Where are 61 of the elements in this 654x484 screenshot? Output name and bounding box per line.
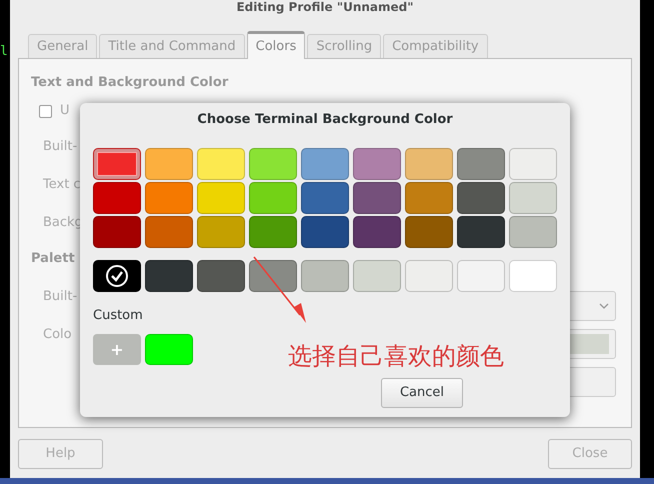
color-swatch[interactable] [353, 148, 401, 180]
terminal-text: l [0, 44, 8, 59]
color-swatch[interactable] [509, 148, 557, 180]
color-swatch[interactable] [93, 216, 141, 248]
color-swatch[interactable] [509, 182, 557, 214]
color-swatch[interactable] [249, 216, 297, 248]
color-swatch[interactable] [145, 334, 193, 365]
color-swatch[interactable] [145, 260, 193, 292]
annotation-text: 选择自己喜欢的颜色 [288, 341, 504, 372]
color-swatch[interactable] [353, 182, 401, 214]
help-button[interactable]: Help [18, 439, 103, 469]
color-swatch[interactable] [197, 260, 245, 292]
color-swatch[interactable] [353, 216, 401, 248]
tab[interactable]: Title and Command [99, 34, 245, 58]
tab[interactable]: Scrolling [307, 34, 382, 58]
color-swatch[interactable] [353, 260, 401, 292]
color-swatch[interactable] [145, 216, 193, 248]
color-swatch[interactable] [405, 260, 453, 292]
section-heading: Text and Background Color [31, 74, 230, 92]
field-label: Colo [43, 326, 72, 344]
close-button[interactable]: Close [548, 439, 632, 469]
color-swatch[interactable] [457, 260, 505, 292]
color-swatch[interactable] [249, 260, 297, 292]
window-title: Editing Profile "Unnamed" [236, 0, 414, 14]
color-swatch[interactable] [457, 148, 505, 180]
tab[interactable]: Compatibility [383, 34, 488, 58]
color-swatch[interactable] [405, 148, 453, 180]
cancel-button[interactable]: Cancel [381, 378, 463, 408]
color-swatch[interactable] [301, 216, 349, 248]
dialog-title: Choose Terminal Background Color [197, 111, 453, 130]
tab[interactable]: General [28, 34, 98, 58]
color-swatch[interactable] [197, 182, 245, 214]
color-swatch[interactable] [301, 260, 349, 292]
color-swatch[interactable] [301, 182, 349, 214]
color-swatch[interactable] [93, 260, 141, 292]
color-swatch[interactable] [93, 148, 141, 180]
add-color-button[interactable]: + [93, 334, 141, 365]
color-swatch[interactable] [509, 260, 557, 292]
color-swatch[interactable] [197, 216, 245, 248]
checkbox[interactable] [39, 104, 52, 118]
custom-label: Custom [93, 307, 144, 325]
color-swatch[interactable] [93, 182, 141, 214]
color-swatch[interactable] [197, 148, 245, 180]
color-swatch[interactable] [457, 182, 505, 214]
color-swatch[interactable] [509, 216, 557, 248]
color-swatch[interactable] [405, 216, 453, 248]
color-swatch[interactable] [249, 148, 297, 180]
tab[interactable]: Colors [246, 31, 306, 59]
color-swatch[interactable] [405, 182, 453, 214]
field-label: Built- [43, 138, 78, 156]
color-swatch[interactable] [249, 182, 297, 214]
color-swatch[interactable] [145, 182, 193, 214]
checkmark-icon [105, 264, 129, 288]
field-label: Text c [43, 176, 81, 194]
color-swatch[interactable] [301, 148, 349, 180]
checkbox-label: U [60, 102, 70, 120]
color-swatch[interactable] [145, 148, 193, 180]
color-swatch[interactable] [457, 216, 505, 248]
section-heading: Palett [31, 250, 75, 268]
field-label: Built- [43, 288, 78, 306]
chevron-down-icon [599, 303, 609, 309]
